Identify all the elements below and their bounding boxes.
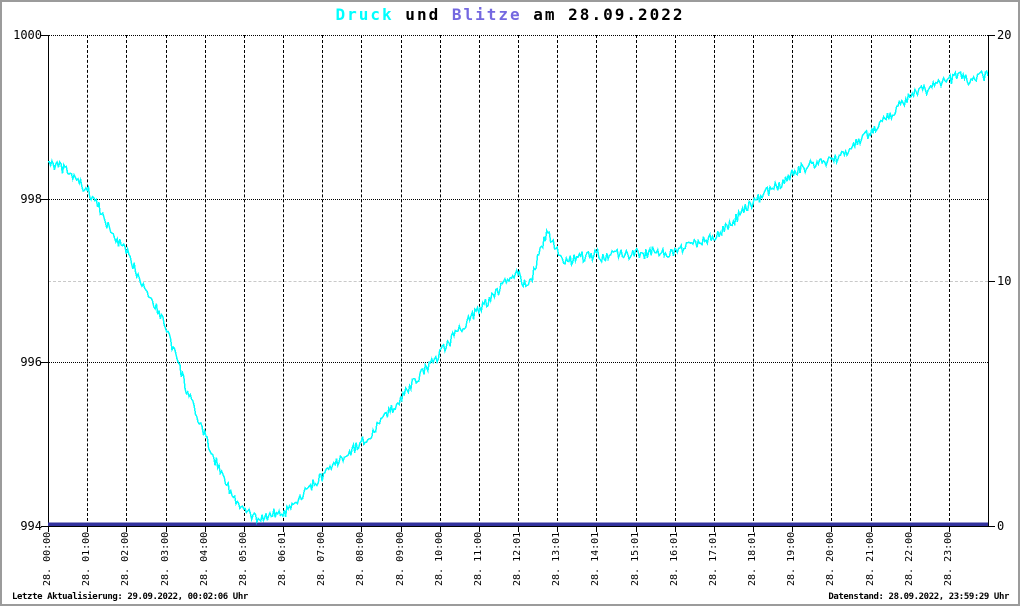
x-axis-label: 28. 03:00 bbox=[160, 531, 171, 586]
y-axis-left-tick bbox=[41, 199, 48, 200]
x-axis-label: 28. 21:00 bbox=[865, 531, 876, 586]
x-axis-label: 28. 12:01 bbox=[512, 531, 523, 586]
status-last-update: Letzte Aktualisierung: 29.09.2022, 00:02… bbox=[12, 592, 248, 602]
x-axis-label: 28. 15:01 bbox=[630, 531, 641, 586]
x-axis-label: 28. 20:00 bbox=[825, 531, 836, 586]
x-axis-label: 28. 06:01 bbox=[277, 531, 288, 586]
y-axis-left-label: 998 bbox=[20, 192, 42, 206]
y-axis-left-label: 1000 bbox=[13, 28, 42, 42]
x-axis-label: 28. 19:00 bbox=[786, 531, 797, 586]
x-axis-label: 28. 22:00 bbox=[904, 531, 915, 586]
y-axis-left-tick bbox=[41, 35, 48, 36]
y-axis-left-tick bbox=[41, 526, 48, 527]
status-data-state: Datenstand: 28.09.2022, 23:59:29 Uhr bbox=[828, 592, 1009, 602]
chart-title: Druck und Blitze am 28.09.2022 bbox=[2, 5, 1018, 24]
x-axis-label: 28. 11:00 bbox=[473, 531, 484, 586]
y-axis-left-tick bbox=[41, 362, 48, 363]
y-axis-left-label: 994 bbox=[20, 519, 42, 533]
y-axis-right-label: 0 bbox=[997, 519, 1005, 533]
y-axis-right-tick bbox=[989, 281, 995, 282]
x-axis-label: 28. 07:00 bbox=[316, 531, 327, 586]
title-date-label: am 28.09.2022 bbox=[521, 5, 685, 24]
title-und-label: und bbox=[393, 5, 452, 24]
y-axis-left-label: 996 bbox=[20, 355, 42, 369]
druck-series-line bbox=[48, 69, 988, 525]
x-axis-label: 28. 10:00 bbox=[434, 531, 445, 586]
chart-window: Druck und Blitze am 28.09.2022 28. 00:00… bbox=[0, 0, 1020, 606]
y-axis-right-tick bbox=[989, 35, 995, 36]
x-axis-label: 28. 17:01 bbox=[708, 531, 719, 586]
x-axis-label: 28. 18:01 bbox=[747, 531, 758, 586]
title-blitze-label: Blitze bbox=[451, 5, 522, 24]
x-axis-label: 28. 14:01 bbox=[590, 531, 601, 586]
x-axis-label: 28. 05:00 bbox=[238, 531, 249, 586]
y-axis-right-label: 20 bbox=[997, 28, 1012, 42]
x-axis-label: 28. 16:01 bbox=[669, 531, 680, 586]
x-axis-label: 28. 23:00 bbox=[943, 531, 954, 586]
x-axis-label: 28. 04:00 bbox=[199, 531, 210, 586]
x-axis-label: 28. 08:00 bbox=[355, 531, 366, 586]
x-axis-label: 28. 00:00 bbox=[42, 531, 53, 586]
y-axis-right-tick bbox=[989, 526, 995, 527]
chart-canvas bbox=[48, 69, 988, 526]
x-axis-label: 28. 13:01 bbox=[551, 531, 562, 586]
y-axis-right-label: 10 bbox=[997, 274, 1012, 288]
x-axis-label: 28. 01:00 bbox=[81, 531, 92, 586]
x-axis-label: 28. 02:00 bbox=[120, 531, 131, 586]
title-druck-label: Druck bbox=[335, 5, 394, 24]
x-axis-label: 28. 09:00 bbox=[395, 531, 406, 586]
